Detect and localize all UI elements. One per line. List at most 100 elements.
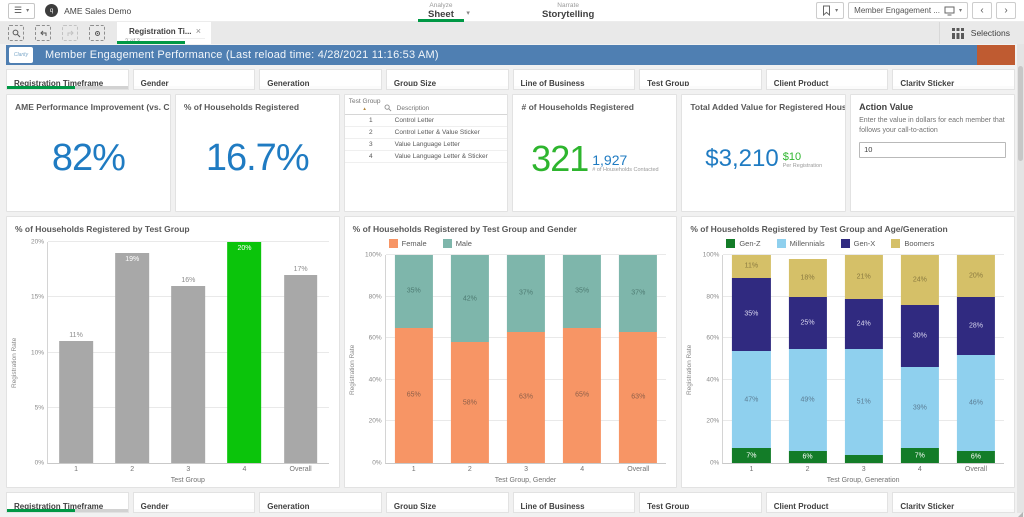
bar-segment-female[interactable]: 58%: [450, 342, 489, 463]
bar-3[interactable]: 16%: [171, 277, 206, 463]
table-header[interactable]: Test Group ▲ Description: [344, 95, 508, 115]
table-search-button[interactable]: [381, 104, 395, 112]
bar-segment-millennials[interactable]: 51%: [844, 348, 883, 455]
tab-analyze-sheet[interactable]: Analyze Sheet ▾: [418, 0, 470, 22]
bar-segment-male[interactable]: 35%: [563, 255, 602, 328]
vertical-scrollbar[interactable]: [1017, 44, 1024, 513]
x-tick-label: Overall: [964, 466, 988, 473]
bar-segment-millennials[interactable]: 46%: [956, 354, 996, 451]
bar-segment-gen-x[interactable]: 28%: [956, 296, 996, 355]
filter-gender[interactable]: Gender: [132, 492, 256, 513]
filter-selection-bar: [7, 86, 128, 89]
bookmarks-button[interactable]: ▾: [816, 2, 845, 19]
filter-line-of-business[interactable]: Line of Business: [512, 492, 636, 513]
bar-segment-gen-z[interactable]: 7%: [732, 448, 771, 463]
bar-segment-female[interactable]: 65%: [563, 327, 602, 463]
filter-test-group[interactable]: Test Group: [639, 69, 762, 90]
bar-segment-male[interactable]: 37%: [619, 255, 658, 332]
selections-forward-button[interactable]: [62, 25, 78, 41]
bar-segment-boomers[interactable]: 21%: [844, 255, 883, 299]
bar-value-label: 16%: [181, 277, 196, 285]
selections-button[interactable]: Selections: [938, 22, 1024, 44]
filter-test-group[interactable]: Test Group: [639, 492, 762, 513]
table-row[interactable]: 4 Value Language Letter & Sticker: [344, 151, 508, 163]
bar-overall[interactable]: 17%: [283, 266, 318, 463]
bar-segment-boomers[interactable]: 11%: [732, 255, 771, 278]
filter-gender[interactable]: Gender: [132, 69, 256, 90]
bar-segment-gen-x[interactable]: 35%: [732, 277, 771, 351]
legend-item-gen-z[interactable]: Gen-Z: [726, 239, 761, 248]
category-slot-4: 4 7% 39% 30% 24%: [892, 255, 948, 473]
bar-segment-gen-z[interactable]: [844, 454, 883, 463]
tab-registration-timeframe[interactable]: Registration Ti... × 2 of 3: [117, 22, 211, 45]
filter-selection-bar: [640, 86, 761, 89]
bar-2[interactable]: 19%: [115, 253, 150, 463]
top-bar: ☰ ▾ q AME Sales Demo Analyze Sheet ▾ Nar…: [0, 0, 1024, 22]
filter-group-size[interactable]: Group Size: [385, 492, 509, 513]
filter-client-product[interactable]: Client Product: [765, 69, 889, 90]
bar-segment-gen-x[interactable]: 30%: [900, 304, 939, 368]
scrollbar-thumb[interactable]: [1018, 66, 1023, 161]
previous-sheet-button[interactable]: ‹: [972, 2, 992, 19]
bookmark-icon: [823, 5, 831, 16]
action-value-input[interactable]: [859, 141, 1006, 158]
bar-segment-male[interactable]: 35%: [394, 255, 433, 328]
column-test-group[interactable]: Test Group ▲: [349, 98, 381, 112]
legend-item-gen-x[interactable]: Gen-X: [840, 239, 875, 248]
legend-swatch: [776, 239, 786, 248]
bar-segment-gen-z[interactable]: 6%: [788, 450, 827, 463]
bar-segment-millennials[interactable]: 47%: [732, 350, 771, 449]
bar-segment-gen-x[interactable]: 25%: [788, 296, 827, 349]
table-row[interactable]: 2 Control Letter & Value Sticker: [344, 127, 508, 139]
y-axis-title: Registration Rate: [11, 337, 18, 389]
segment-value-label: 6%: [802, 453, 813, 461]
bar-segment-gen-x[interactable]: 24%: [844, 298, 883, 349]
bar-segment-female[interactable]: 63%: [619, 331, 658, 463]
filter-clarity-sticker[interactable]: Clarity Sticker: [892, 69, 1015, 90]
bar-segment-male[interactable]: 42%: [450, 255, 489, 343]
action-value-card: Action Value Enter the value in dollars …: [850, 94, 1015, 212]
column-description[interactable]: Description: [395, 105, 504, 112]
segment-value-label: 37%: [519, 289, 534, 297]
legend-swatch: [388, 239, 398, 248]
filter-registration-timeframe[interactable]: Registration Timeframe: [6, 492, 129, 513]
cell-description: Value Language Letter & Sticker: [394, 153, 488, 160]
selections-back-button[interactable]: [35, 25, 51, 41]
global-menu-button[interactable]: ☰ ▾: [8, 2, 36, 19]
filter-generation[interactable]: Generation: [259, 69, 382, 90]
table-row[interactable]: 3 Value Language Letter: [344, 139, 508, 151]
bar-1[interactable]: 11%: [59, 332, 93, 463]
bar-segment-millennials[interactable]: 49%: [788, 348, 827, 451]
legend-item-female[interactable]: Female: [388, 239, 427, 248]
y-tick-label: 80%: [706, 293, 720, 301]
tab-narrate-storytelling[interactable]: Narrate Storytelling: [532, 0, 604, 22]
bar-segment-boomers[interactable]: 24%: [900, 255, 939, 305]
x-tick-label: 4: [580, 466, 585, 473]
bar-segment-boomers[interactable]: 18%: [788, 259, 827, 297]
bar-segment-gen-z[interactable]: 7%: [900, 448, 939, 463]
smart-search-button[interactable]: [8, 25, 24, 41]
filter-clarity-sticker[interactable]: Clarity Sticker: [892, 492, 1015, 513]
table-row[interactable]: 1 Control Letter: [344, 115, 508, 127]
x-tick-label: 3: [186, 466, 191, 473]
filter-client-product[interactable]: Client Product: [765, 492, 889, 513]
bar-segment-female[interactable]: 63%: [506, 331, 546, 463]
bar-segment-female[interactable]: 65%: [394, 327, 433, 463]
sheet-selector-button[interactable]: Member Engagement ... ▾: [848, 2, 968, 19]
bar-segment-millennials[interactable]: 39%: [900, 367, 939, 449]
filter-group-size[interactable]: Group Size: [385, 69, 509, 90]
legend-item-millennials[interactable]: Millennials: [776, 239, 825, 248]
next-sheet-button[interactable]: ›: [996, 2, 1016, 19]
filter-registration-timeframe[interactable]: Registration Timeframe: [6, 69, 129, 90]
selections-tool-button[interactable]: [89, 25, 105, 41]
bar-4[interactable]: 20%: [227, 242, 262, 463]
bar-segment-male[interactable]: 37%: [506, 255, 546, 332]
legend-item-male[interactable]: Male: [442, 239, 472, 248]
filter-line-of-business[interactable]: Line of Business: [512, 69, 636, 90]
close-icon[interactable]: ×: [192, 26, 201, 36]
bar-segment-gen-z[interactable]: 6%: [956, 450, 996, 463]
segment-value-label: 25%: [800, 319, 815, 327]
bar-segment-boomers[interactable]: 20%: [956, 255, 996, 297]
legend-item-boomers[interactable]: Boomers: [891, 239, 934, 248]
filter-generation[interactable]: Generation: [259, 492, 382, 513]
